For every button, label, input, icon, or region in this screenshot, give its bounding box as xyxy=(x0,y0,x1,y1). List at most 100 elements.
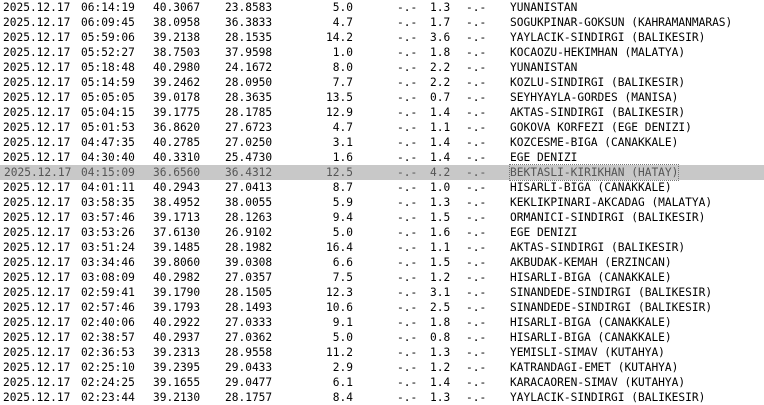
cell-mw: -.- xyxy=(466,226,487,239)
cell-lon: 27.6723 xyxy=(225,121,273,134)
cell-depth: 7.7 xyxy=(332,76,353,89)
earthquake-row[interactable]: 2025.12.17 03:08:09 40.2982 27.0357 7.5 -.- 1.… xyxy=(0,270,764,285)
cell-depth: 6.1 xyxy=(332,376,353,389)
cell-time: 03:51:24 xyxy=(81,241,135,254)
cell-mw: -.- xyxy=(466,196,487,209)
cell-lon: 28.1982 xyxy=(225,241,273,254)
earthquake-row-selected[interactable]: 2025.12.17 04:15:09 36.6560 36.4312 12.5 -.- 4… xyxy=(0,164,764,181)
earthquake-row[interactable]: 2025.12.17 02:24:25 39.1655 29.0477 6.1 -.- 1.… xyxy=(0,375,764,390)
earthquake-row[interactable]: 2025.12.17 05:18:48 40.2980 24.1672 8.0 -.- 2.… xyxy=(0,60,764,75)
cell-time: 05:14:59 xyxy=(81,76,135,89)
cell-place: HISARLI-BIGA (CANAKKALE) xyxy=(510,316,672,329)
cell-md: -.- xyxy=(397,346,418,359)
cell-time: 03:34:46 xyxy=(81,256,135,269)
cell-lon: 29.0477 xyxy=(225,376,273,389)
earthquake-row[interactable]: 2025.12.17 04:30:40 40.3310 25.4730 1.6 -.- 1.… xyxy=(0,150,764,165)
cell-place: EGE DENIZI xyxy=(510,226,578,239)
earthquake-row[interactable]: 2025.12.17 02:36:53 39.2313 28.9558 11.2 -.- 1… xyxy=(0,345,764,360)
cell-ml: 1.3 xyxy=(430,196,451,209)
earthquake-row[interactable]: 2025.12.17 02:38:57 40.2937 27.0362 5.0 -.- 0.… xyxy=(0,330,764,345)
cell-time: 03:53:26 xyxy=(81,226,135,239)
cell-place: YUNANISTAN xyxy=(510,61,578,74)
earthquake-row[interactable]: 2025.12.17 02:40:06 40.2922 27.0333 9.1 -.- 1.… xyxy=(0,315,764,330)
cell-md: -.- xyxy=(397,301,418,314)
cell-md: -.- xyxy=(397,196,418,209)
cell-depth: 4.7 xyxy=(332,121,353,134)
cell-place: YAYLACIK-SINDIRGI (BALIKESIR) xyxy=(510,31,706,44)
cell-time: 02:57:46 xyxy=(81,301,135,314)
cell-ml: 3.1 xyxy=(430,286,451,299)
cell-lon: 27.0250 xyxy=(225,136,273,149)
cell-lat: 40.2785 xyxy=(153,136,201,149)
cell-depth: 5.0 xyxy=(332,1,353,14)
cell-lon: 28.1535 xyxy=(225,31,273,44)
earthquake-row[interactable]: 2025.12.17 04:47:35 40.2785 27.0250 3.1 -.- 1.… xyxy=(0,135,764,150)
earthquake-row[interactable]: 2025.12.17 05:04:15 39.1775 28.1785 12.9 -.- 1… xyxy=(0,105,764,120)
earthquake-row[interactable]: 2025.12.17 04:01:11 40.2943 27.0413 8.7 -.- 1.… xyxy=(0,180,764,195)
cell-depth: 9.4 xyxy=(332,211,353,224)
cell-time: 05:18:48 xyxy=(81,61,135,74)
earthquake-row[interactable]: 2025.12.17 05:01:53 36.8620 27.6723 4.7 -.- 1.… xyxy=(0,120,764,135)
cell-lat: 39.1790 xyxy=(153,286,201,299)
cell-lat: 36.8620 xyxy=(153,121,201,134)
cell-ml: 1.5 xyxy=(430,211,451,224)
cell-mw: -.- xyxy=(466,361,487,374)
cell-place: HISARLI-BIGA (CANAKKALE) xyxy=(510,331,672,344)
earthquake-row[interactable]: 2025.12.17 03:57:46 39.1713 28.1263 9.4 -.- 1.… xyxy=(0,210,764,225)
cell-date: 2025.12.17 xyxy=(3,241,71,254)
cell-lon: 27.0333 xyxy=(225,316,273,329)
cell-date: 2025.12.17 xyxy=(3,1,71,14)
earthquake-row[interactable]: 2025.12.17 03:53:26 37.6130 26.9102 5.0 -.- 1.… xyxy=(0,225,764,240)
cell-ml: 2.5 xyxy=(430,301,451,314)
earthquake-row[interactable]: 2025.12.17 05:52:27 38.7503 37.9598 1.0 -.- 1.… xyxy=(0,45,764,60)
cell-place: EGE DENIZI xyxy=(510,151,578,164)
earthquake-row[interactable]: 2025.12.17 02:59:41 39.1790 28.1505 12.3 -.- 3… xyxy=(0,285,764,300)
cell-time: 05:52:27 xyxy=(81,46,135,59)
earthquake-row[interactable]: 2025.12.17 02:23:44 39.2130 28.1757 8.4 -.- 1.… xyxy=(0,390,764,405)
earthquake-row[interactable]: 2025.12.17 03:58:35 38.4952 38.0055 5.9 -.- 1.… xyxy=(0,195,764,210)
cell-place: HISARLI-BIGA (CANAKKALE) xyxy=(510,271,672,284)
cell-md: -.- xyxy=(397,106,418,119)
cell-date: 2025.12.17 xyxy=(3,286,71,299)
cell-md: -.- xyxy=(397,61,418,74)
cell-lat: 39.1775 xyxy=(153,106,201,119)
cell-place: KOZCESME-BIGA (CANAKKALE) xyxy=(510,136,679,149)
earthquake-row[interactable]: 2025.12.17 03:34:46 39.8060 39.0308 6.6 -.- 1.… xyxy=(0,255,764,270)
cell-date: 2025.12.17 xyxy=(3,91,71,104)
cell-depth: 8.4 xyxy=(332,391,353,404)
cell-mw: -.- xyxy=(466,391,487,404)
cell-md: -.- xyxy=(397,331,418,344)
cell-time: 05:04:15 xyxy=(81,106,135,119)
cell-lat: 38.0958 xyxy=(153,16,201,29)
cell-place: KARACAOREN-SIMAV (KUTAHYA) xyxy=(510,376,686,389)
earthquake-row[interactable]: 2025.12.17 06:14:19 40.3067 23.8583 5.0 -.- 1.… xyxy=(0,0,764,15)
earthquake-row[interactable]: 2025.12.17 05:05:05 39.0178 28.3635 13.5 -.- 0… xyxy=(0,90,764,105)
cell-depth: 1.0 xyxy=(332,46,353,59)
cell-md: -.- xyxy=(397,376,418,389)
cell-date: 2025.12.17 xyxy=(3,181,71,194)
cell-date: 2025.12.17 xyxy=(3,271,71,284)
cell-lon: 37.9598 xyxy=(225,46,273,59)
earthquake-row[interactable]: 2025.12.17 03:51:24 39.1485 28.1982 16.4 -.- 1… xyxy=(0,240,764,255)
earthquake-row[interactable]: 2025.12.17 05:14:59 39.2462 28.0950 7.7 -.- 2.… xyxy=(0,75,764,90)
cell-place: YAYLACIK-SINDIRGI (BALIKESIR) xyxy=(510,391,706,404)
cell-lon: 38.0055 xyxy=(225,196,273,209)
earthquake-row[interactable]: 2025.12.17 05:59:06 39.2138 28.1535 14.2 -.- 3… xyxy=(0,30,764,45)
earthquake-row[interactable]: 2025.12.17 02:57:46 39.1793 28.1493 10.6 -.- 2… xyxy=(0,300,764,315)
cell-time: 04:01:11 xyxy=(81,181,135,194)
earthquake-row[interactable]: 2025.12.17 06:09:45 38.0958 36.3833 4.7 -.- 1.… xyxy=(0,15,764,30)
cell-ml: 1.3 xyxy=(430,346,451,359)
cell-date: 2025.12.17 xyxy=(3,211,71,224)
cell-time: 02:38:57 xyxy=(81,331,135,344)
cell-lat: 38.4952 xyxy=(153,196,201,209)
cell-mw: -.- xyxy=(466,121,487,134)
earthquake-row[interactable]: 2025.12.17 02:25:10 39.2395 29.0433 2.9 -.- 1.… xyxy=(0,360,764,375)
cell-ml: 1.7 xyxy=(430,16,451,29)
cell-lon: 27.0357 xyxy=(225,271,273,284)
cell-ml: 1.4 xyxy=(430,136,451,149)
cell-date: 2025.12.17 xyxy=(3,331,71,344)
cell-md: -.- xyxy=(397,256,418,269)
cell-ml: 0.8 xyxy=(430,331,451,344)
cell-lat: 39.2138 xyxy=(153,31,201,44)
cell-depth: 11.2 xyxy=(326,346,353,359)
